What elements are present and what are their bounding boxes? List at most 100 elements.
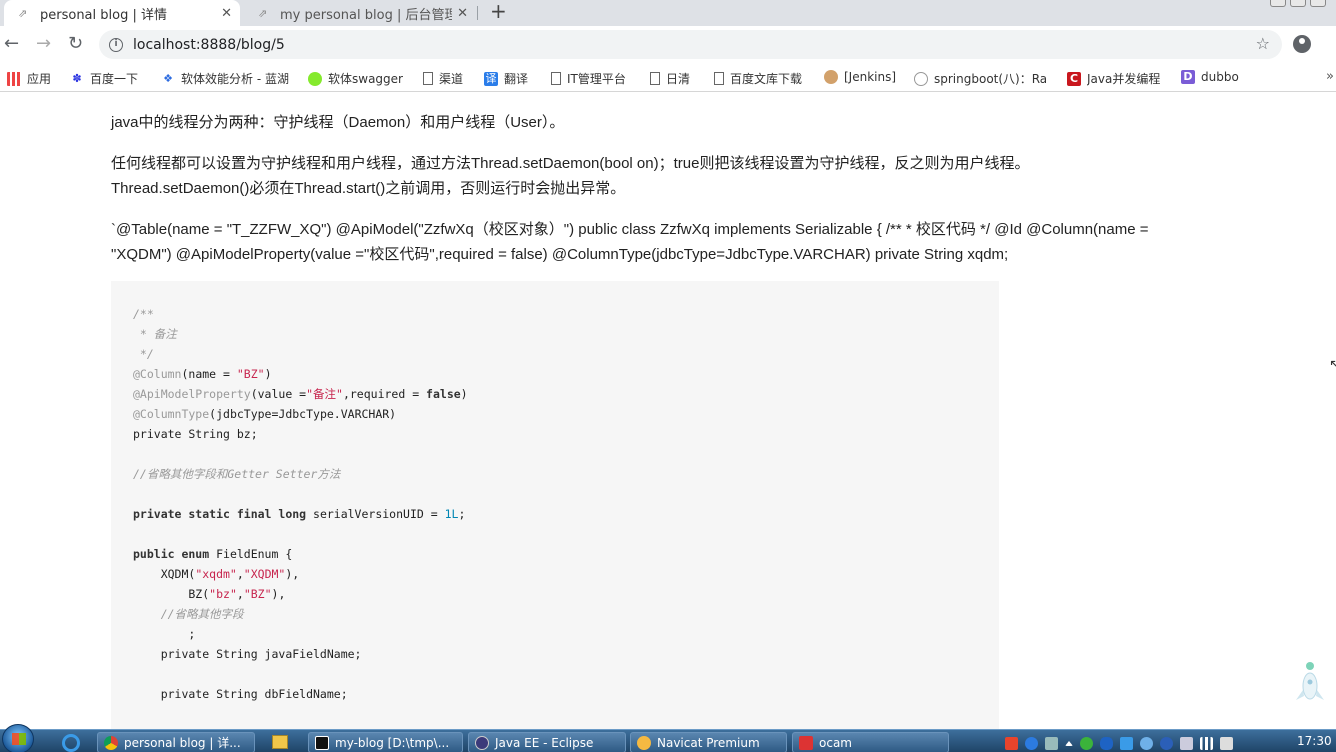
- article-paragraph: 任何线程都可以设置为守护线程和用户线程，通过方法Thread.setDaemon…: [111, 151, 1231, 201]
- code-line: public enum FieldEnum {: [133, 547, 293, 561]
- page-favicon-icon: ⇗: [258, 6, 268, 20]
- address-bar[interactable]: i localhost:8888/blog/5 ☆: [99, 30, 1282, 59]
- bookmark-java-concurrency[interactable]: C Java并发编程: [1067, 70, 1160, 87]
- tab-personal-blog[interactable]: ⇗ personal blog | 详情 ✕: [4, 0, 240, 26]
- tab-title: my personal blog | 后台管理系统: [280, 7, 452, 23]
- tab-separator: [477, 6, 478, 20]
- security-shield-icon[interactable]: [1120, 736, 1133, 750]
- bookmark-dubbo[interactable]: D dubbo: [1181, 70, 1239, 84]
- code-line: @ApiModelProperty(value ="备注",required =…: [133, 387, 468, 401]
- window-controls: [1270, 0, 1326, 7]
- ocam-icon: [799, 735, 813, 750]
- bookmark-baidu[interactable]: ✽ 百度一下: [70, 70, 138, 87]
- page-icon: [423, 72, 433, 85]
- start-button[interactable]: [2, 724, 34, 752]
- show-hidden-icons-icon[interactable]: [1065, 740, 1073, 746]
- taskbar-item-ocam[interactable]: ocam: [792, 732, 949, 752]
- code-line: private String javaFieldName;: [133, 647, 362, 661]
- taskbar-clock[interactable]: 17:30: [1297, 734, 1332, 748]
- paragraph-line: Thread.setDaemon()必须在Thread.start()之前调用，…: [111, 180, 626, 197]
- page-icon: [714, 72, 724, 85]
- code-line: @ColumnType(jdbcType=JdbcType.VARCHAR): [133, 407, 397, 421]
- wechat-icon[interactable]: [1080, 736, 1093, 750]
- taskbar-item-eclipse[interactable]: Java EE - Eclipse: [468, 732, 626, 752]
- tab-title: personal blog | 详情: [40, 7, 167, 23]
- bookmark-channel[interactable]: 渠道: [423, 70, 463, 87]
- page-icon: [650, 72, 660, 85]
- close-window-button[interactable]: [1310, 0, 1326, 7]
- bookmarks-bar: 应用 ✽ 百度一下 ❖ 软体效能分析 - 蓝湖 软体swagger 渠道 译 翻…: [0, 64, 1336, 92]
- back-arrow-icon[interactable]: ←: [4, 33, 19, 54]
- mouse-cursor-icon: ↖: [1329, 357, 1336, 373]
- wifi-signal-icon[interactable]: [1200, 736, 1213, 750]
- tray-app-icon[interactable]: [1160, 736, 1173, 750]
- new-tab-button[interactable]: +: [490, 0, 507, 24]
- bookmark-swagger[interactable]: 软体swagger: [308, 70, 403, 87]
- info-icon[interactable]: i: [109, 37, 123, 52]
- code-line: @Column(name = "BZ"): [133, 367, 272, 381]
- taskbar-item-navicat[interactable]: Navicat Premium: [630, 732, 787, 752]
- csdn-icon: C: [1067, 71, 1081, 86]
- intellij-icon: [315, 735, 329, 750]
- close-icon[interactable]: ✕: [221, 6, 232, 21]
- apps-grid-icon: [7, 71, 21, 86]
- forward-arrow-icon[interactable]: →: [36, 33, 51, 54]
- tab-admin-system[interactable]: ⇗ my personal blog | 后台管理系统 ✕: [244, 0, 476, 26]
- code-line: /**: [133, 307, 154, 321]
- volume-icon[interactable]: [1220, 736, 1233, 750]
- paragraph-line: `@Table(name = "T_ZZFW_XQ") @ApiModel("Z…: [111, 221, 1149, 238]
- jenkins-icon: [824, 70, 838, 84]
- back-to-top-rocket-icon[interactable]: [1294, 660, 1326, 704]
- help-icon[interactable]: [1025, 736, 1038, 750]
- bookmark-star-icon[interactable]: ☆: [1256, 34, 1270, 53]
- maximize-button[interactable]: [1290, 0, 1306, 7]
- bookmark-springboot[interactable]: springboot(八)：Ra: [914, 70, 1046, 87]
- code-line: BZ("bz","BZ"),: [133, 587, 286, 601]
- code-line: //省略其他字段: [133, 607, 244, 621]
- file-explorer-icon[interactable]: [272, 735, 288, 749]
- article-paragraph: java中的线程分为两种：守护线程（Daemon）和用户线程（User）。: [111, 114, 565, 131]
- code-line: private String dbFieldName;: [133, 687, 348, 701]
- tab-strip: ⇗ personal blog | 详情 ✕ ⇗ my personal blo…: [0, 0, 1336, 26]
- code-line: ;: [133, 627, 196, 641]
- reload-icon[interactable]: ↻: [68, 33, 83, 54]
- network-tray-icon[interactable]: [1140, 736, 1153, 750]
- menu-dots-icon[interactable]: ⋮: [1329, 34, 1336, 53]
- url-text[interactable]: localhost:8888/blog/5: [133, 37, 285, 53]
- lanhu-icon: ❖: [163, 71, 173, 85]
- internet-explorer-icon[interactable]: [62, 734, 80, 752]
- swagger-icon: [308, 71, 322, 86]
- paragraph-line: "XQDM") @ApiModelProperty(value ="校区代码",…: [111, 246, 1009, 263]
- bookmark-jenkins[interactable]: [Jenkins]: [824, 70, 896, 84]
- baidu-paw-icon: ✽: [72, 71, 82, 85]
- spring-icon: [914, 71, 928, 86]
- page-content: java中的线程分为两种：守护线程（Daemon）和用户线程（User）。 任何…: [0, 93, 1336, 729]
- eclipse-icon: [475, 735, 489, 750]
- taskbar-item-idea[interactable]: my-blog [D:\tmp\...: [308, 732, 463, 752]
- paragraph-line: 任何线程都可以设置为守护线程和用户线程，通过方法Thread.setDaemon…: [111, 155, 1030, 172]
- bluetooth-icon[interactable]: [1100, 736, 1113, 750]
- code-line: //省略其他字段和Getter Setter方法: [133, 467, 341, 481]
- code-block: /** * 备注 */ @Column(name = "BZ") @ApiMod…: [111, 281, 999, 729]
- bookmark-it-platform[interactable]: IT管理平台: [551, 70, 626, 87]
- os-taskbar: personal blog | 详... my-blog [D:\tmp\...…: [0, 724, 1336, 752]
- bookmark-translate[interactable]: 译 翻译: [484, 70, 528, 87]
- chrome-icon: [104, 735, 118, 750]
- code-line: private static final long serialVersionU…: [133, 507, 466, 521]
- taskbar-item-chrome[interactable]: personal blog | 详...: [97, 732, 255, 752]
- bookmark-apps[interactable]: 应用: [7, 70, 51, 87]
- bookmarks-overflow-button[interactable]: »: [1326, 69, 1334, 84]
- bookmark-riqing[interactable]: 日清: [650, 70, 690, 87]
- sogou-ime-icon[interactable]: [1005, 736, 1018, 750]
- close-icon[interactable]: ✕: [457, 6, 468, 21]
- article-paragraph: `@Table(name = "T_ZZFW_XQ") @ApiModel("Z…: [111, 217, 1231, 267]
- bookmark-wenku[interactable]: 百度文库下载: [714, 70, 802, 87]
- minimize-button[interactable]: [1270, 0, 1286, 7]
- tray-settings-icon[interactable]: [1045, 736, 1058, 750]
- profile-avatar-icon[interactable]: [1293, 35, 1311, 53]
- bookmark-lanhu[interactable]: ❖ 软体效能分析 - 蓝湖: [161, 70, 289, 87]
- code-line: private String bz;: [133, 427, 258, 441]
- usb-icon[interactable]: [1180, 736, 1193, 750]
